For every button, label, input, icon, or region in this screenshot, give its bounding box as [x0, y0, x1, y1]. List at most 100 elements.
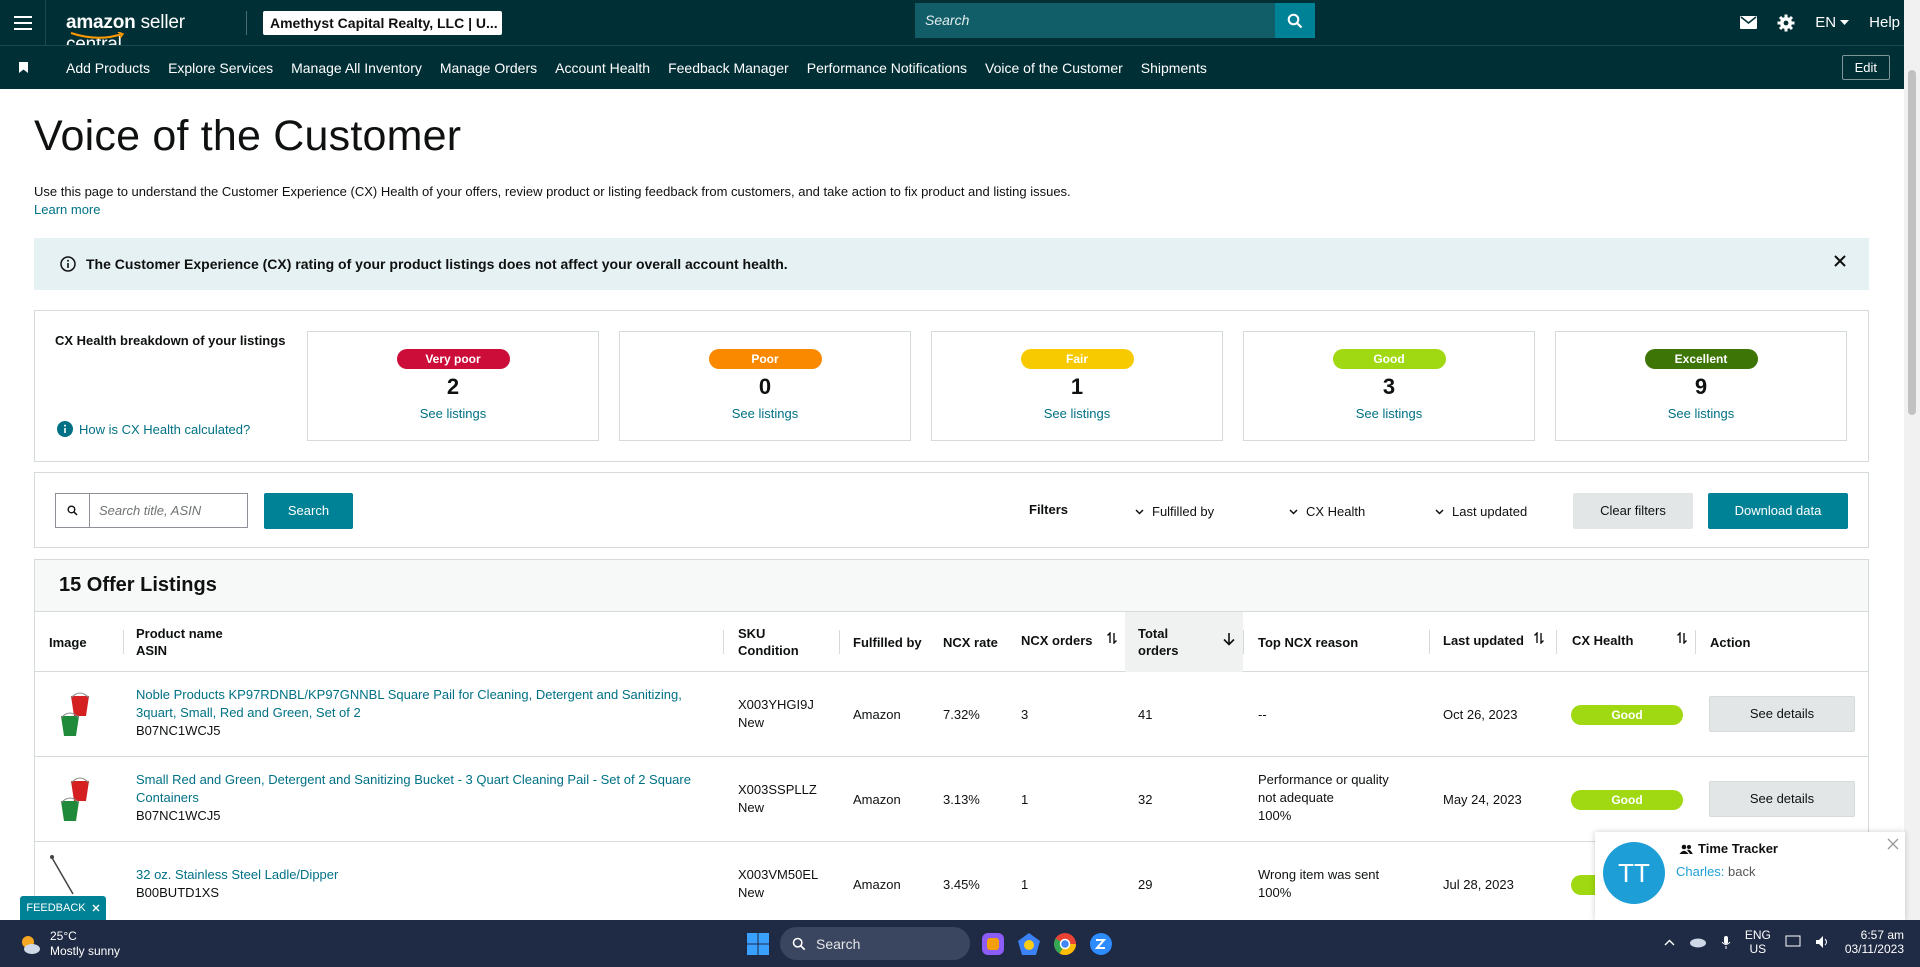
- nav-explore-services[interactable]: Explore Services: [168, 60, 273, 76]
- product-thumbnail[interactable]: [57, 777, 93, 823]
- learn-more-link[interactable]: Learn more: [34, 202, 100, 217]
- close-icon[interactable]: [1887, 838, 1899, 850]
- ncx-orders: 3: [1021, 707, 1029, 722]
- amazon-seller-central-logo[interactable]: amazon seller central: [66, 8, 236, 55]
- see-details-button[interactable]: See details: [1709, 781, 1855, 817]
- total-orders: 29: [1138, 877, 1153, 892]
- cx-card-good: Good 3 See listings: [1243, 331, 1535, 441]
- listing-search-box: Search title, ASIN: [55, 493, 248, 528]
- avatar: TT: [1603, 842, 1665, 904]
- see-listings-link[interactable]: See listings: [308, 406, 598, 421]
- product-name-link[interactable]: Small Red and Green, Detergent and Sanit…: [136, 771, 691, 789]
- product-name-link[interactable]: 32 oz. Stainless Steel Ladle/Dipper: [136, 866, 338, 884]
- nav-shipments[interactable]: Shipments: [1141, 60, 1207, 76]
- col-fulfilled-by: Fulfilled by: [853, 635, 922, 650]
- weather-widget[interactable]: 25°C Mostly sunny: [18, 929, 120, 959]
- zoom-icon[interactable]: [1088, 931, 1114, 957]
- clock[interactable]: 6:57 am 03/11/2023: [1845, 928, 1904, 956]
- chevron-down-icon: [1135, 508, 1144, 515]
- alert-text: The Customer Experience (CX) rating of y…: [86, 256, 788, 272]
- cx-count: 3: [1382, 374, 1396, 399]
- nav-manage-orders[interactable]: Manage Orders: [440, 60, 537, 76]
- sku-condition: X003SSPLLZ New: [738, 782, 817, 815]
- top-search-button[interactable]: [1275, 3, 1315, 38]
- nav-performance-notifications[interactable]: Performance Notifications: [807, 60, 967, 76]
- fulfilled-by-filter[interactable]: Fulfilled by: [1135, 504, 1214, 519]
- microphone-icon[interactable]: [1721, 935, 1731, 950]
- nav-account-health[interactable]: Account Health: [555, 60, 650, 76]
- taskbar-search[interactable]: Search: [780, 927, 970, 960]
- time-tracker-title: Time Tracker: [1679, 841, 1778, 856]
- system-tray: ENG US 6:57 am 03/11/2023: [1664, 928, 1904, 956]
- language-selector[interactable]: EN: [1815, 14, 1850, 31]
- cx-breakdown-label: CX Health breakdown of your listings: [55, 333, 286, 348]
- cx-health-filter[interactable]: CX Health: [1289, 504, 1365, 519]
- feedback-tab[interactable]: FEEDBACK: [20, 896, 106, 920]
- see-listings-link[interactable]: See listings: [1556, 406, 1846, 421]
- product-thumbnail[interactable]: [57, 692, 93, 738]
- search-button[interactable]: Search: [264, 493, 353, 529]
- bookmark-icon[interactable]: [0, 62, 46, 73]
- search-icon: [792, 937, 806, 950]
- page-scrollbar[interactable]: [1904, 0, 1920, 920]
- fulfilled-by: Amazon: [853, 792, 901, 807]
- how-cx-calculated-link[interactable]: How is CX Health calculated?: [57, 421, 250, 437]
- sku-condition: X003VM50EL New: [738, 867, 819, 900]
- see-details-button[interactable]: See details: [1709, 696, 1855, 732]
- help-link[interactable]: Help: [1869, 14, 1900, 31]
- close-icon[interactable]: [1833, 254, 1847, 268]
- product-name-link-cont[interactable]: 3quart, Small, Red and Green, Set of 2: [136, 704, 682, 722]
- download-data-button[interactable]: Download data: [1708, 493, 1848, 529]
- col-action: Action: [1710, 635, 1751, 650]
- see-listings-link[interactable]: See listings: [620, 406, 910, 421]
- display-icon[interactable]: [1785, 935, 1801, 949]
- fulfilled-by: Amazon: [853, 877, 901, 892]
- mail-icon[interactable]: [1740, 16, 1758, 29]
- nav-voice-of-the-customer[interactable]: Voice of the Customer: [985, 60, 1123, 76]
- cx-badge: Excellent: [1644, 349, 1758, 369]
- col-last-updated[interactable]: Last updated: [1443, 632, 1544, 649]
- nav-manage-all-inventory[interactable]: Manage All Inventory: [291, 60, 422, 76]
- top-ncx-reason: --: [1258, 707, 1267, 722]
- caret-down-icon: [1840, 19, 1850, 25]
- asin: B07NC1WCJ5: [136, 723, 221, 738]
- see-listings-link[interactable]: See listings: [1244, 406, 1534, 421]
- nav-feedback-manager[interactable]: Feedback Manager: [668, 60, 789, 76]
- copilot-icon[interactable]: [980, 931, 1006, 957]
- listing-search-input[interactable]: Search title, ASIN: [90, 503, 201, 518]
- chrome-icon[interactable]: [1052, 931, 1078, 957]
- col-cx-health[interactable]: CX Health: [1572, 632, 1688, 649]
- product-name-link-cont[interactable]: Containers: [136, 789, 691, 807]
- col-total-orders[interactable]: Total orders: [1125, 612, 1243, 672]
- total-orders: 32: [1138, 792, 1153, 807]
- product-name-link[interactable]: Noble Products KP97RDNBL/KP97GNNBL Squar…: [136, 686, 682, 704]
- page-title: Voice of the Customer: [34, 112, 462, 160]
- nav-add-products[interactable]: Add Products: [66, 60, 150, 76]
- cloud-icon[interactable]: [1689, 936, 1707, 948]
- info-alert: The Customer Experience (CX) rating of y…: [34, 238, 1869, 290]
- speaker-icon[interactable]: [1815, 935, 1831, 949]
- see-listings-link[interactable]: See listings: [932, 406, 1222, 421]
- table-title: 15 Offer Listings: [35, 560, 1868, 612]
- last-updated-filter[interactable]: Last updated: [1435, 504, 1527, 519]
- product-thumbnail[interactable]: [49, 854, 85, 900]
- close-icon[interactable]: [92, 904, 100, 912]
- asin: B07NC1WCJ5: [136, 808, 221, 823]
- clear-filters-button[interactable]: Clear filters: [1573, 493, 1693, 529]
- account-switcher[interactable]: Amethyst Capital Realty, LLC | U...: [263, 10, 502, 35]
- chevron-up-icon[interactable]: [1664, 939, 1675, 946]
- cx-card-poor: Poor 0 See listings: [619, 331, 911, 441]
- top-search-input[interactable]: Search: [915, 3, 1275, 38]
- cx-health-breakdown: CX Health breakdown of your listings How…: [34, 310, 1869, 462]
- col-product-name: Product name ASIN: [136, 626, 223, 658]
- hamburger-menu-button[interactable]: [0, 0, 46, 45]
- ncx-rate: 3.45%: [943, 877, 980, 892]
- app-icon[interactable]: [1016, 931, 1042, 957]
- gear-icon[interactable]: [1777, 14, 1795, 32]
- info-icon: [60, 256, 76, 272]
- col-ncx-orders[interactable]: NCX orders: [1021, 632, 1117, 649]
- last-updated: May 24, 2023: [1443, 792, 1522, 807]
- windows-start-icon[interactable]: [746, 932, 770, 956]
- edit-nav-button[interactable]: Edit: [1841, 55, 1890, 80]
- language-indicator[interactable]: ENG US: [1745, 928, 1771, 956]
